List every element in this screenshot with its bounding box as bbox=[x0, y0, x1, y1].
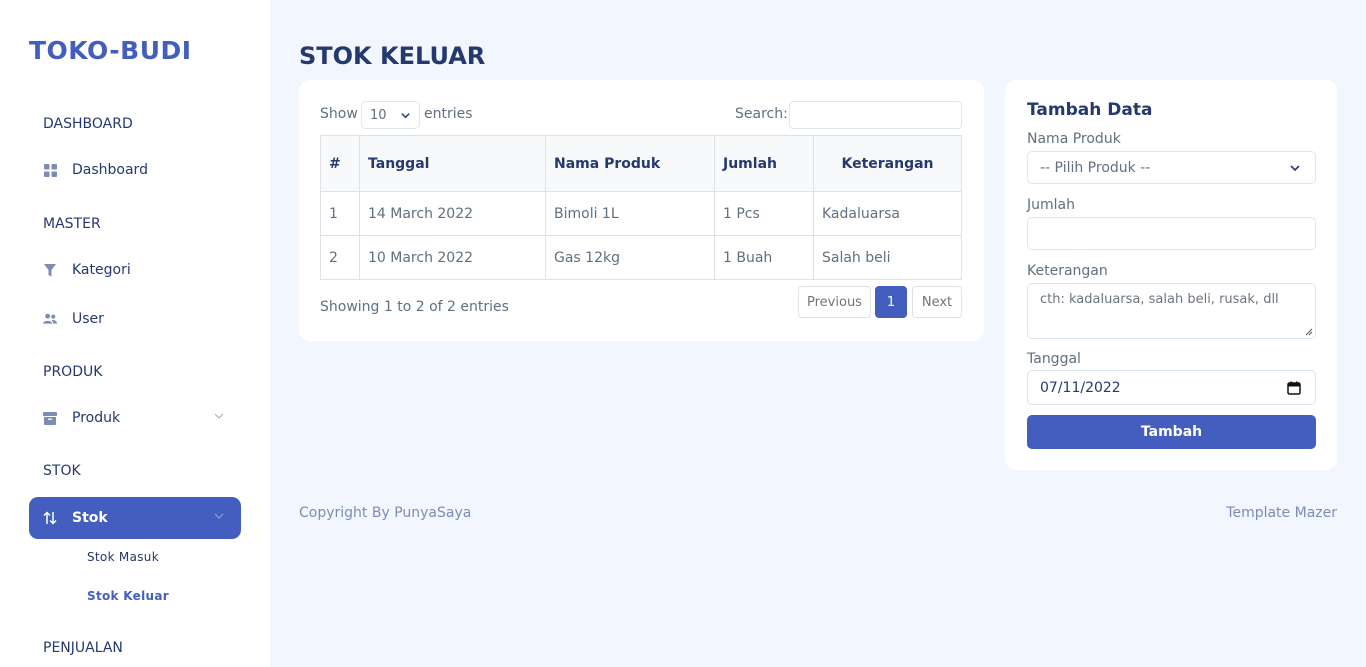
data-table: # Tanggal Nama Produk Jumlah Keterangan … bbox=[320, 135, 962, 280]
sidebar-item-label: User bbox=[72, 311, 104, 327]
table-header-row: # Tanggal Nama Produk Jumlah Keterangan bbox=[320, 135, 962, 192]
column-header[interactable]: Keterangan bbox=[813, 135, 962, 192]
menu-section-master: MASTER bbox=[43, 216, 101, 232]
search-label: Search: bbox=[735, 106, 788, 122]
footer-template-link[interactable]: Template Mazer bbox=[1226, 505, 1337, 521]
tanggal-value: 07/11/2022 bbox=[1040, 379, 1121, 396]
table-row: 2 10 March 2022 Gas 12kg 1 Buah Salah be… bbox=[320, 235, 962, 280]
sidebar-item-label: Kategori bbox=[72, 262, 131, 278]
table-cell: Salah beli bbox=[813, 235, 962, 280]
table-cell: Gas 12kg bbox=[545, 235, 715, 280]
submenu-stok-keluar[interactable]: Stok Keluar bbox=[87, 589, 169, 603]
table-cell: Bimoli 1L bbox=[545, 191, 715, 236]
table-cell: 14 March 2022 bbox=[359, 191, 546, 236]
menu-section-stok: STOK bbox=[43, 463, 81, 479]
page-1-button[interactable]: 1 bbox=[875, 286, 907, 318]
show-label: Show bbox=[320, 106, 358, 122]
table-info: Showing 1 to 2 of 2 entries bbox=[320, 299, 509, 315]
menu-section-penjualan: PENJUALAN bbox=[43, 640, 123, 656]
menu-section-dashboard: DASHBOARD bbox=[43, 116, 133, 132]
table-cell: 1 bbox=[320, 191, 360, 236]
tanggal-input[interactable]: 07/11/2022 bbox=[1027, 370, 1316, 405]
sidebar-item-kategori[interactable]: Kategori bbox=[29, 249, 241, 291]
chevron-down-icon bbox=[213, 510, 225, 522]
jumlah-input[interactable] bbox=[1027, 217, 1316, 250]
table-cell: 1 Pcs bbox=[714, 191, 814, 236]
sidebar-item-produk[interactable]: Produk bbox=[29, 397, 241, 439]
nama-produk-label: Nama Produk bbox=[1027, 131, 1121, 147]
entries-select[interactable]: 10 bbox=[361, 101, 420, 129]
people-icon bbox=[43, 312, 57, 326]
brand-logo[interactable]: TOKO-BUDI bbox=[29, 36, 192, 65]
keterangan-placeholder: cth: kadaluarsa, salah beli, rusak, dll bbox=[1040, 292, 1279, 307]
chevron-down-icon bbox=[400, 110, 411, 125]
resize-handle-icon[interactable] bbox=[1305, 328, 1313, 336]
keterangan-textarea[interactable]: cth: kadaluarsa, salah beli, rusak, dll bbox=[1027, 283, 1316, 339]
column-header[interactable]: # bbox=[320, 135, 360, 192]
sidebar-item-user[interactable]: User bbox=[29, 298, 241, 340]
sidebar-item-label: Produk bbox=[72, 410, 121, 426]
sidebar: TOKO-BUDI DASHBOARD Dashboard MASTER Kat… bbox=[0, 0, 270, 667]
grid-icon bbox=[43, 163, 57, 177]
keterangan-label: Keterangan bbox=[1027, 263, 1108, 279]
archive-icon bbox=[43, 411, 57, 425]
jumlah-label: Jumlah bbox=[1027, 197, 1075, 213]
sidebar-item-label: Dashboard bbox=[72, 162, 148, 178]
previous-page-button[interactable]: Previous bbox=[798, 286, 871, 318]
search-input[interactable] bbox=[789, 101, 962, 129]
chevron-down-icon bbox=[1289, 162, 1301, 178]
table-cell: 2 bbox=[320, 235, 360, 280]
table-row: 1 14 March 2022 Bimoli 1L 1 Pcs Kadaluar… bbox=[320, 191, 962, 236]
entries-value: 10 bbox=[370, 107, 387, 123]
nama-produk-value: -- Pilih Produk -- bbox=[1040, 159, 1151, 176]
sidebar-item-stok[interactable]: Stok bbox=[29, 497, 241, 539]
form-title: Tambah Data bbox=[1027, 100, 1153, 120]
table-cell: 1 Buah bbox=[714, 235, 814, 280]
column-header[interactable]: Jumlah bbox=[714, 135, 814, 192]
menu-section-produk: PRODUK bbox=[43, 364, 103, 380]
entries-label: entries bbox=[424, 106, 473, 122]
footer-copyright: Copyright By PunyaSaya bbox=[299, 505, 472, 521]
sidebar-item-label: Stok bbox=[72, 510, 108, 526]
page-title: STOK KELUAR bbox=[299, 42, 486, 70]
table-cell: 10 March 2022 bbox=[359, 235, 546, 280]
filter-icon bbox=[43, 263, 57, 277]
calendar-icon[interactable] bbox=[1287, 381, 1301, 399]
nama-produk-select[interactable]: -- Pilih Produk -- bbox=[1027, 151, 1316, 184]
tambah-button[interactable]: Tambah bbox=[1027, 415, 1316, 449]
next-page-button[interactable]: Next bbox=[912, 286, 962, 318]
tanggal-label: Tanggal bbox=[1027, 351, 1081, 367]
column-header[interactable]: Nama Produk bbox=[545, 135, 715, 192]
column-header[interactable]: Tanggal bbox=[359, 135, 546, 192]
submenu-stok-masuk[interactable]: Stok Masuk bbox=[87, 550, 159, 564]
sidebar-item-dashboard[interactable]: Dashboard bbox=[29, 149, 241, 191]
chevron-down-icon bbox=[213, 410, 225, 422]
arrow-up-down-icon bbox=[43, 511, 57, 525]
table-cell: Kadaluarsa bbox=[813, 191, 962, 236]
